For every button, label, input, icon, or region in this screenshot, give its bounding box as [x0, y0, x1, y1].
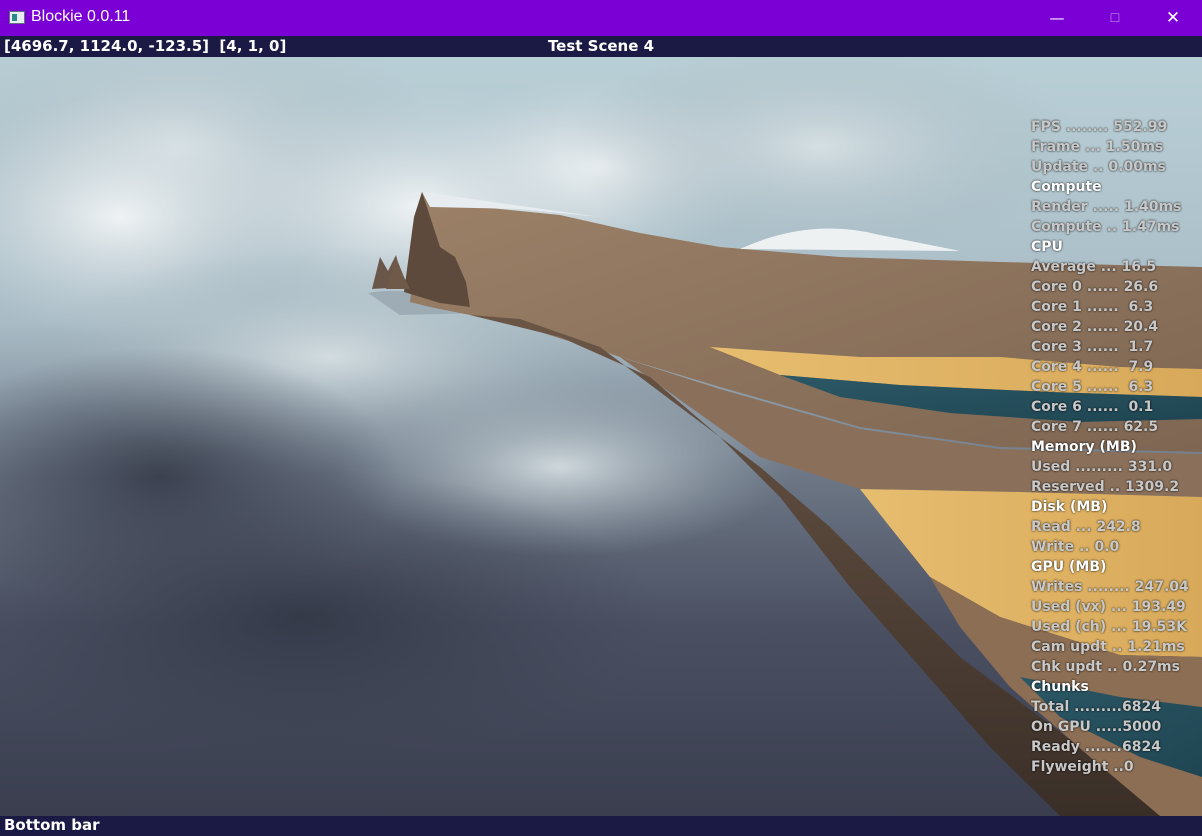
bottom-bar: Bottom bar: [0, 816, 1202, 836]
stats-line: FPS ........ 552.99: [1031, 119, 1168, 135]
app-icon: [9, 11, 25, 24]
stats-line: Writes ........ 247.04: [1031, 579, 1189, 595]
top-info-bar: [4696.7, 1124.0, -123.5] [4, 1, 0] Test …: [0, 36, 1202, 57]
stats-line: Average ... 16.5: [1031, 259, 1157, 275]
stats-line: Used (vx) ... 193.49: [1031, 599, 1186, 615]
stats-section-header: CPU: [1031, 239, 1063, 255]
stats-line: Render ..... 1.40ms: [1031, 199, 1182, 215]
stats-section-header: Chunks: [1031, 679, 1089, 695]
stats-line: Reserved .. 1309.2: [1031, 479, 1180, 495]
stats-line: Chk updt .. 0.27ms: [1031, 659, 1180, 675]
stats-line: Core 3 ...... 1.7: [1031, 339, 1154, 355]
stats-line: Total .........6824: [1031, 699, 1161, 715]
stats-line: Core 7 ...... 62.5: [1031, 419, 1159, 435]
stats-section-header: Disk (MB): [1031, 499, 1108, 515]
stats-line: Used ......... 331.0: [1031, 459, 1173, 475]
stats-line: Core 5 ...... 6.3: [1031, 379, 1154, 395]
stats-line: Ready .......6824: [1031, 739, 1161, 755]
stats-section-header: Compute: [1031, 179, 1102, 195]
stats-line: Read ... 242.8: [1031, 519, 1141, 535]
performance-stats-overlay: FPS ........ 552.99 Frame ... 1.50ms Updat…: [1031, 117, 1189, 777]
scene-render: [0, 57, 1202, 816]
stats-line: Core 2 ...... 20.4: [1031, 319, 1159, 335]
stats-line: Used (ch) ... 19.53K: [1031, 619, 1187, 635]
close-button[interactable]: ✕: [1144, 0, 1202, 36]
stats-section-header: Memory (MB): [1031, 439, 1137, 455]
stats-section-header: GPU (MB): [1031, 559, 1107, 575]
stats-line: Update .. 0.00ms: [1031, 159, 1166, 175]
scene-name: Test Scene 4: [547, 37, 655, 55]
maximize-button[interactable]: ☐: [1086, 0, 1144, 36]
stats-line: Flyweight ..0: [1031, 759, 1134, 775]
minimize-button[interactable]: —: [1028, 0, 1086, 36]
bottom-bar-label: Bottom bar: [4, 816, 100, 834]
stats-line: Compute .. 1.47ms: [1031, 219, 1180, 235]
render-viewport[interactable]: FPS ........ 552.99 Frame ... 1.50ms Updat…: [0, 57, 1202, 816]
window-title: Blockie 0.0.11: [31, 8, 131, 25]
stats-line: Cam updt .. 1.21ms: [1031, 639, 1185, 655]
stats-line: Core 4 ...... 7.9: [1031, 359, 1154, 375]
stats-line: Core 1 ...... 6.3: [1031, 299, 1154, 315]
stats-line: Write .. 0.0: [1031, 539, 1120, 555]
stats-line: Frame ... 1.50ms: [1031, 139, 1164, 155]
stats-line: Core 6 ...... 0.1: [1031, 399, 1154, 415]
stats-line: Core 0 ...... 26.6: [1031, 279, 1159, 295]
stats-line: On GPU .....5000: [1031, 719, 1162, 735]
title-bar[interactable]: Blockie 0.0.11 — ☐ ✕: [0, 0, 1202, 36]
app-window: Blockie 0.0.11 — ☐ ✕ [4696.7, 1124.0, -1…: [0, 0, 1202, 836]
